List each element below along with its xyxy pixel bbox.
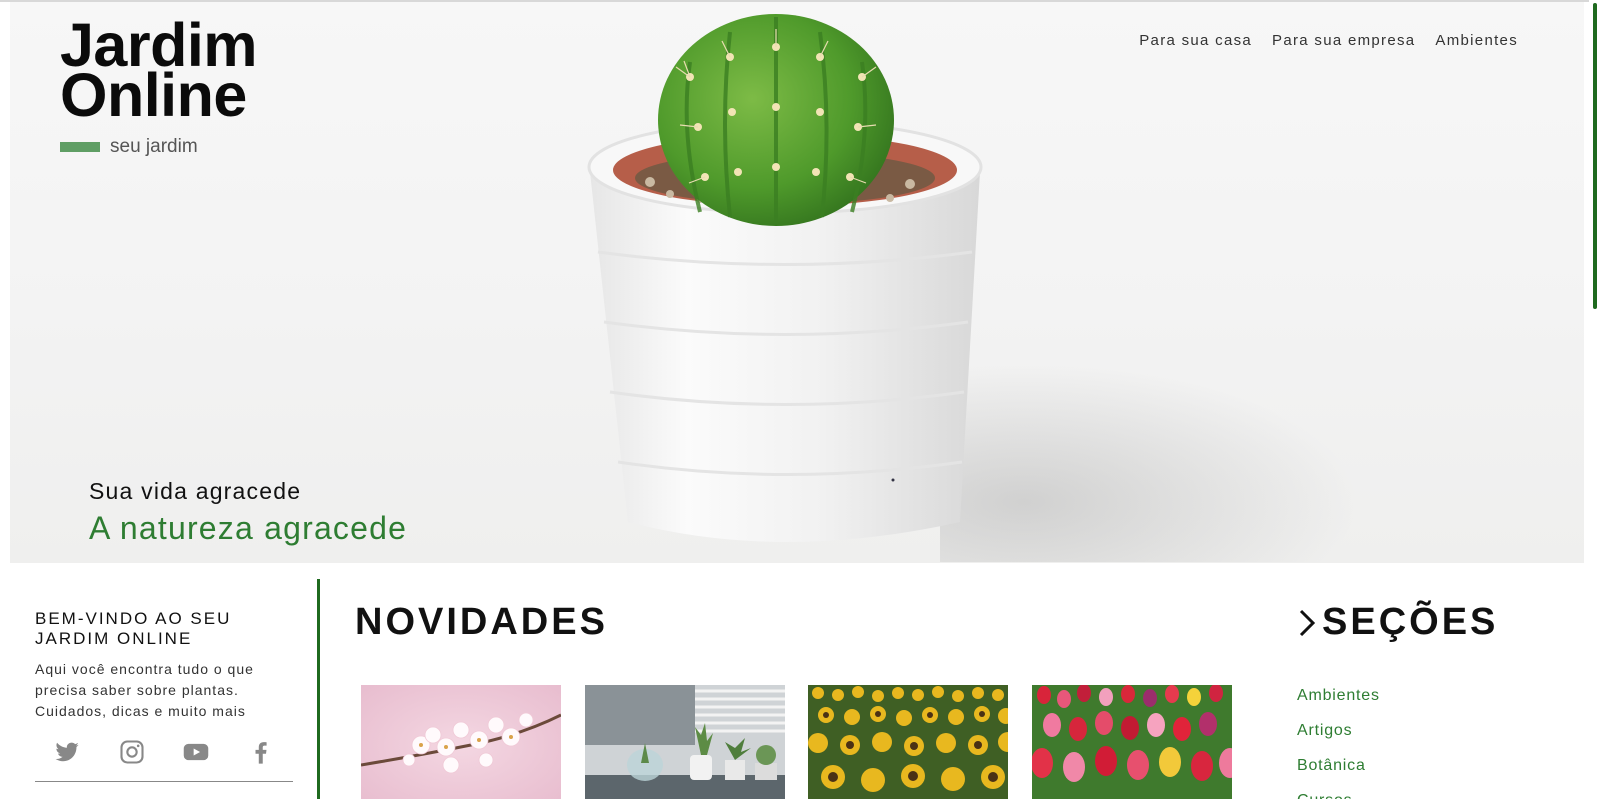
logo-subtitle: seu jardim (110, 136, 198, 157)
sunflower-field-image[interactable] (808, 685, 1008, 799)
tulip-field-image[interactable] (1032, 685, 1232, 799)
secoes-item-ambientes[interactable]: Ambientes (1297, 684, 1380, 719)
hero-banner: Jardim Online seu jardim Para sua casa P… (10, 2, 1584, 563)
nav-link-ambientes[interactable]: Ambientes (1435, 32, 1518, 49)
succulents-shelf-image[interactable] (585, 685, 785, 799)
instagram-icon[interactable] (118, 738, 146, 766)
cactus-pot-image (587, 14, 983, 542)
secoes-list: Ambientes Artigos Botânica Cursos (1297, 684, 1380, 799)
logo-accent-bar (60, 142, 100, 152)
hero-tagline: Sua vida agracede (89, 478, 302, 504)
chevron-right-icon (1296, 608, 1318, 638)
youtube-icon[interactable] (182, 738, 210, 766)
page-scrollbar-thumb[interactable] (1593, 3, 1597, 309)
hero-headline: A natureza agracede (89, 510, 408, 546)
logo-title-line2: Online (60, 61, 247, 129)
secoes-header: SEÇÕES (1296, 601, 1498, 644)
site-logo[interactable]: Jardim Online seu jardim (60, 15, 258, 158)
welcome-title-line2: JARDIM ONLINE (35, 629, 193, 648)
welcome-text-line2: precisa saber sobre plantas. (35, 682, 239, 698)
secoes-item-botanica[interactable]: Botânica (1297, 754, 1380, 789)
main-nav: Para sua casa Para sua empresa Ambientes (1119, 32, 1518, 49)
social-links (35, 738, 293, 766)
welcome-text-line1: Aqui você encontra tudo o que (35, 661, 254, 677)
secoes-title: SEÇÕES (1322, 601, 1499, 643)
social-divider (35, 781, 293, 782)
twitter-icon[interactable] (53, 738, 81, 766)
secoes-item-artigos[interactable]: Artigos (1297, 719, 1380, 754)
secoes-item-cursos[interactable]: Cursos (1297, 789, 1380, 799)
welcome-panel: BEM-VINDO AO SEU JARDIM ONLINE Aqui você… (35, 609, 295, 722)
nav-link-para-sua-casa[interactable]: Para sua casa (1139, 32, 1252, 49)
facebook-icon[interactable] (247, 738, 275, 766)
novidades-title: NOVIDADES (355, 601, 608, 643)
nav-link-para-sua-empresa[interactable]: Para sua empresa (1272, 32, 1415, 49)
welcome-title-line1: BEM-VINDO AO SEU (35, 609, 232, 628)
cherry-blossom-image[interactable] (361, 685, 561, 799)
welcome-text-line3: Cuidados, dicas e muito mais (35, 703, 246, 719)
sidebar-divider (317, 579, 320, 799)
